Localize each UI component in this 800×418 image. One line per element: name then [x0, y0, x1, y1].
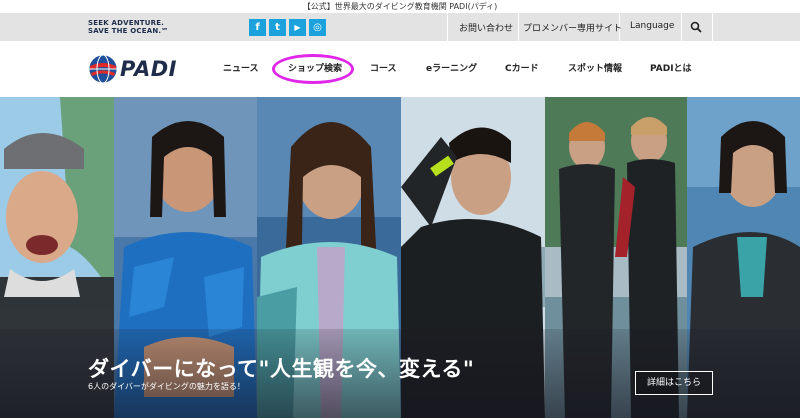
nav-item-spot-info[interactable]: スポット情報 — [568, 61, 622, 74]
search-icon[interactable] — [690, 21, 702, 33]
twitter-icon[interactable]: t — [269, 19, 286, 36]
hero-title: ダイバーになって"人生観を今、変える" — [88, 357, 475, 381]
top-notice-bar: 【公式】世界最大のダイビング教育機関 PADI(パディ) — [0, 0, 800, 13]
instagram-icon[interactable]: ◎ — [309, 19, 326, 36]
contact-link[interactable]: お問い合わせ — [459, 21, 513, 34]
main-navbar: PADI ニュース ショップ検索 コース eラーニング Cカード スポット情報 … — [0, 41, 800, 97]
slogan-line-1: SEEK ADVENTURE. — [88, 19, 165, 27]
hero-details-button[interactable]: 詳細はこちら — [635, 371, 713, 395]
youtube-icon[interactable]: ▶ — [289, 19, 306, 36]
highlight-annotation — [272, 54, 354, 84]
nav-item-c-card[interactable]: Cカード — [505, 61, 539, 74]
nav-item-course[interactable]: コース — [370, 61, 397, 74]
social-links: f t ▶ ◎ — [249, 19, 326, 36]
slogan-line-2: SAVE THE OCEAN.℠ — [88, 27, 169, 35]
pro-member-site-link[interactable]: プロメンバー専用サイト — [523, 21, 622, 34]
nav-item-news[interactable]: ニュース — [223, 61, 259, 74]
divider — [518, 13, 519, 41]
hero-banner[interactable]: ダイバーになって"人生観を今、変える" 6人のダイバーがダイビングの魅力を語る！… — [0, 97, 800, 418]
slogan: SEEK ADVENTURE. SAVE THE OCEAN.℠ — [88, 19, 169, 35]
divider — [447, 13, 448, 41]
facebook-icon[interactable]: f — [249, 19, 266, 36]
main-nav: ニュース ショップ検索 コース eラーニング Cカード スポット情報 PADIと… — [0, 41, 800, 97]
divider — [681, 13, 682, 41]
nav-item-about-padi[interactable]: PADIとは — [650, 61, 692, 74]
divider — [712, 13, 713, 41]
nav-item-elearning[interactable]: eラーニング — [426, 61, 477, 74]
top-notice-text: 【公式】世界最大のダイビング教育機関 PADI(パディ) — [302, 2, 498, 11]
language-link[interactable]: Language — [630, 21, 674, 31]
utility-bar: SEEK ADVENTURE. SAVE THE OCEAN.℠ f t ▶ ◎… — [0, 13, 800, 41]
hero-subtitle: 6人のダイバーがダイビングの魅力を語る！ — [88, 382, 245, 391]
